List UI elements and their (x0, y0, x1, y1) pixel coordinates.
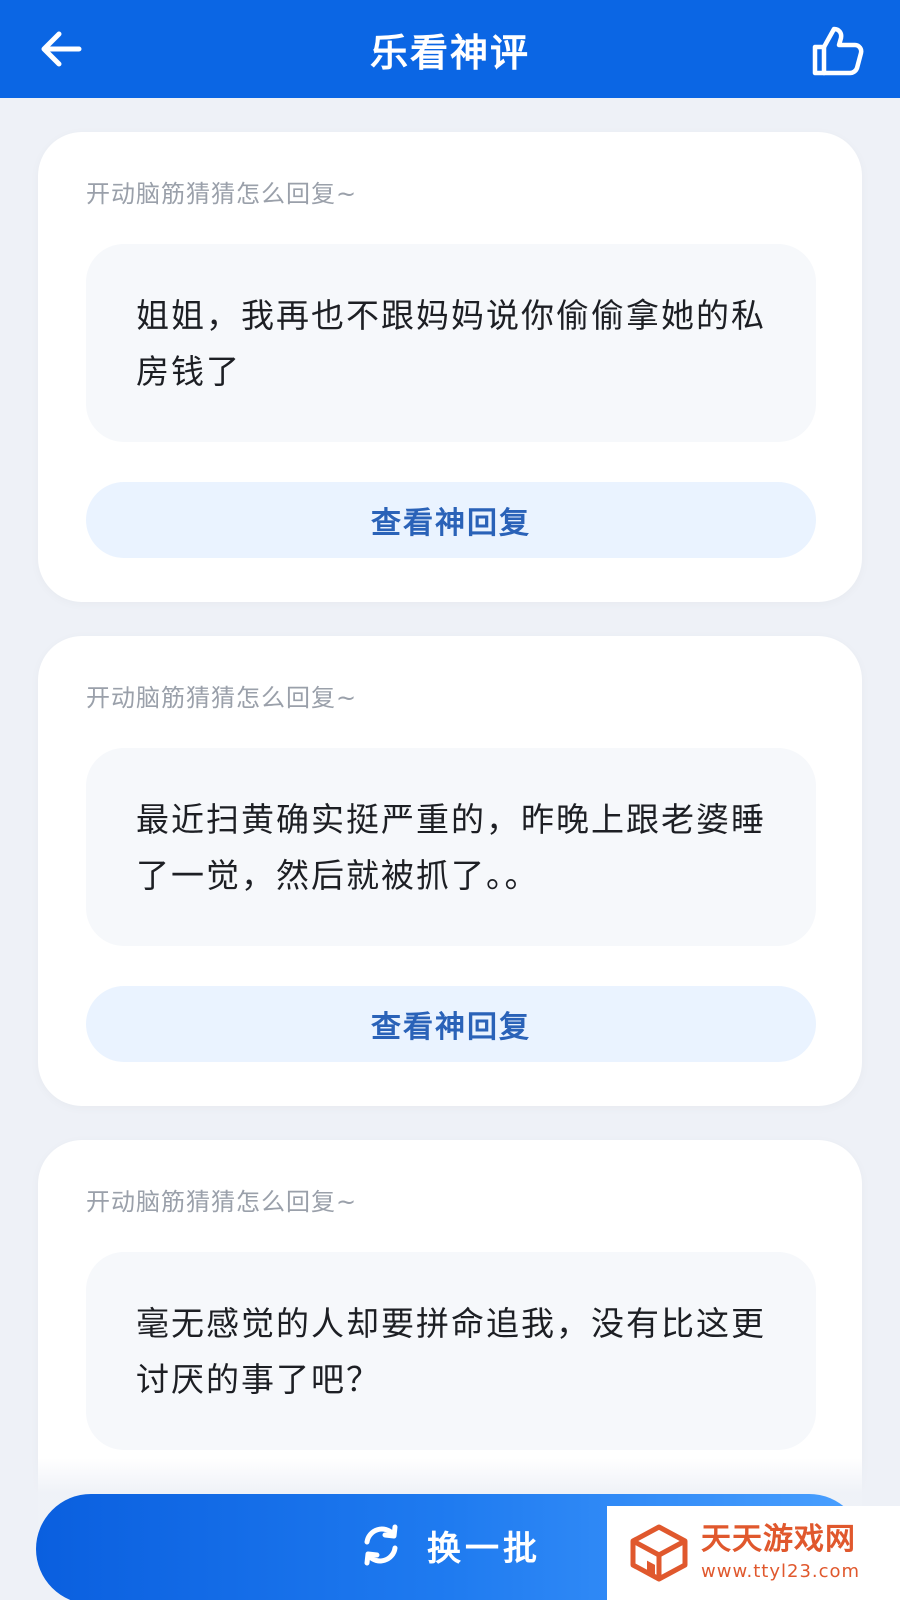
view-reply-button[interactable]: 查看神回复 (86, 986, 816, 1062)
comment-card: 开动脑筋猜猜怎么回复~ 最近扫黄确实挺严重的，昨晚上跟老婆睡了一觉，然后就被抓了… (38, 636, 862, 1106)
refresh-label: 换一批 (427, 1528, 541, 1569)
comment-text: 毫无感觉的人却要拼命追我，没有比这更讨厌的事了吧？ (86, 1252, 816, 1450)
top-bar: 乐看神评 (0, 0, 900, 98)
refresh-button-content: 换一批 (359, 1521, 541, 1570)
page-title: 乐看神评 (369, 30, 530, 75)
card-hint: 开动脑筋猜猜怎么回复~ (86, 684, 358, 712)
card-hint: 开动脑筋猜猜怎么回复~ (86, 1188, 358, 1216)
view-reply-button[interactable]: 查看神回复 (86, 482, 816, 558)
thumbs-up-icon (812, 26, 864, 76)
watermark-text: 天天游戏网 www.ttyl23.com (701, 1525, 860, 1581)
like-button[interactable] (810, 24, 866, 78)
refresh-icon (364, 1524, 398, 1566)
arrow-left-icon (41, 31, 82, 67)
comment-text: 姐姐，我再也不跟妈妈说你偷偷拿她的私房钱了 (86, 244, 816, 442)
watermark-url: www.ttyl23.com (701, 1561, 861, 1582)
comment-card: 开动脑筋猜猜怎么回复~ 姐姐，我再也不跟妈妈说你偷偷拿她的私房钱了 查看神回复 (38, 132, 862, 602)
site-watermark: 天天游戏网 www.ttyl23.com (607, 1506, 900, 1600)
watermark-logo-icon (630, 1524, 688, 1582)
comment-text: 最近扫黄确实挺严重的，昨晚上跟老婆睡了一觉，然后就被抓了。。 (86, 748, 816, 946)
watermark-title: 天天游戏网 (701, 1522, 856, 1557)
page: 乐看神评 开动脑筋猜猜怎么回复~ 姐姐，我再也不跟妈妈说你偷偷拿她的私房钱了 查… (0, 0, 900, 1600)
back-button[interactable] (36, 26, 86, 72)
card-hint: 开动脑筋猜猜怎么回复~ (86, 180, 358, 208)
